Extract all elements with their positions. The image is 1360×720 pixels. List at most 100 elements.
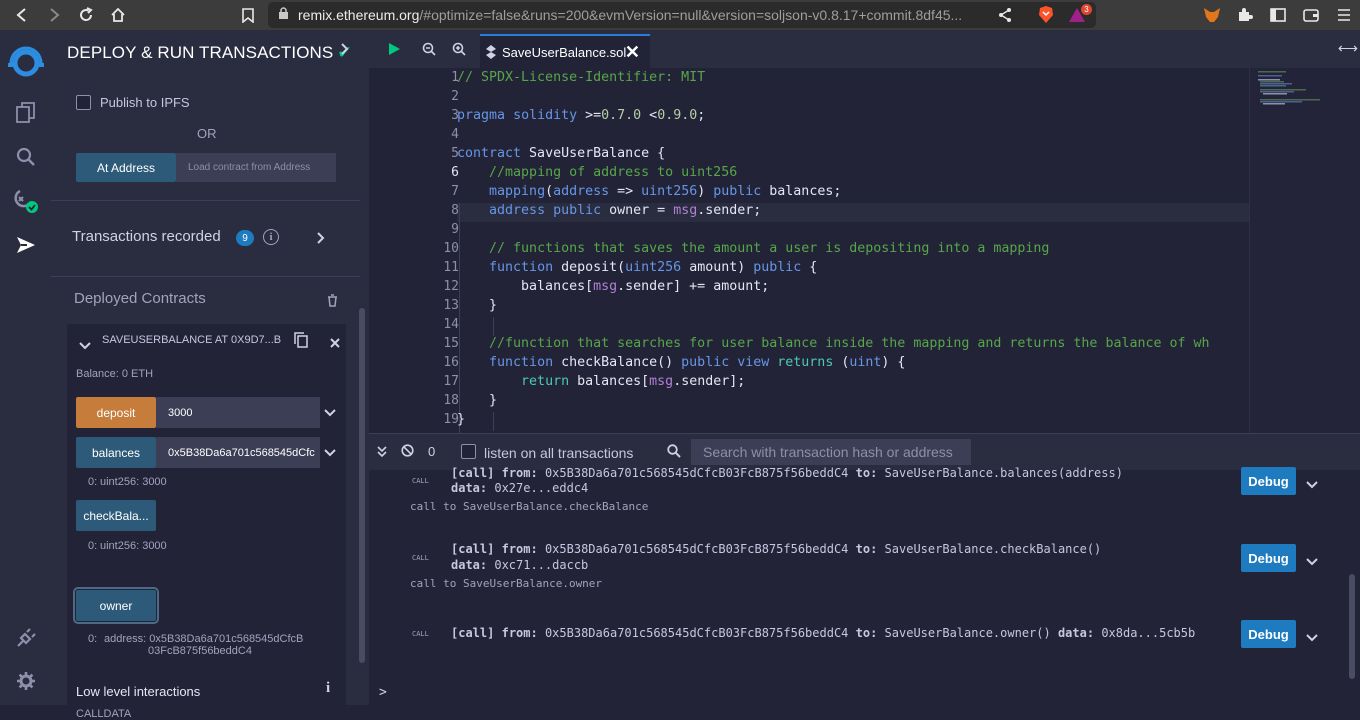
line-number: 5 <box>451 146 459 161</box>
close-tab-icon[interactable]: ✕ <box>625 42 640 63</box>
log-entry-data: data: 0xc71...daccb <box>451 558 589 572</box>
listen-all-checkbox[interactable] <box>461 444 476 459</box>
deploy-run-icon[interactable] <box>0 225 51 265</box>
brave-rewards-icon[interactable]: 3 <box>1068 4 1092 26</box>
line-number: 8 <box>451 203 459 218</box>
checkbalance-result: uint256: 3000 <box>100 540 167 552</box>
zoom-in-icon[interactable] <box>452 42 466 61</box>
line-number: 13 <box>443 298 459 313</box>
menu-icon[interactable] <box>1327 0 1360 30</box>
code-line: return balances[msg.sender]; <box>521 374 746 389</box>
indent-guide <box>493 317 494 336</box>
terminal-scrollbar[interactable] <box>1349 574 1355 679</box>
expand-editor-icon[interactable]: ⟷ <box>1338 40 1358 57</box>
copy-address-icon[interactable] <box>294 332 308 353</box>
tab-saveuserbalance[interactable]: SaveUserBalance.sol ✕ <box>480 34 650 68</box>
checkbalance-button[interactable]: checkBala... <box>76 500 156 531</box>
line-number: 1 <box>451 70 459 85</box>
balances-button[interactable]: balances <box>76 437 156 468</box>
low-level-interactions-label: Low level interactions <box>76 684 201 699</box>
expand-log-chevron-icon[interactable] <box>1306 629 1318 645</box>
brave-shield-icon[interactable] <box>1038 6 1054 27</box>
code-line: //mapping of address to uint256 <box>489 165 738 180</box>
trash-icon[interactable] <box>327 294 338 312</box>
panel-scrollbar[interactable] <box>359 308 365 663</box>
debug-button[interactable]: Debug <box>1241 467 1296 495</box>
search-icon[interactable] <box>0 137 51 177</box>
log-entry-header[interactable]: [call] from: 0x5B38Da6a701c568545dCfcB03… <box>451 542 1101 556</box>
deposit-amount-input[interactable]: 3000 <box>156 397 320 428</box>
solidity-compiler-icon[interactable] <box>0 181 51 221</box>
deposit-expand-chevron-icon[interactable] <box>324 404 336 420</box>
sidebar-toggle-icon[interactable] <box>1261 0 1294 30</box>
browser-toolbar: remix.ethereum.org/#optimize=false&runs=… <box>0 0 1360 30</box>
balances-expand-chevron-icon[interactable] <box>324 444 336 460</box>
log-entry-header[interactable]: [call] from: 0x5B38Da6a701c568545dCfcB03… <box>451 466 1123 480</box>
publish-ipfs-checkbox[interactable] <box>76 95 91 110</box>
debug-button[interactable]: Debug <box>1241 620 1296 648</box>
terminal-prompt[interactable]: > <box>379 685 387 700</box>
listen-all-label: listen on all transactions <box>484 445 634 461</box>
back-icon[interactable] <box>6 0 38 30</box>
transactions-chevron-right-icon[interactable] <box>317 231 325 249</box>
transactions-count-badge: 9 <box>236 230 254 246</box>
editor-minimap[interactable] <box>1249 68 1360 433</box>
info-icon[interactable]: i <box>263 229 279 245</box>
balances-result-index: 0: <box>88 476 98 488</box>
transaction-search-input[interactable]: Search with transaction hash or address <box>691 439 971 465</box>
owner-result-line1: address: 0x5B38Da6a701c568545dCfcB <box>104 633 304 645</box>
clear-console-icon[interactable] <box>401 444 414 462</box>
run-script-icon[interactable] <box>387 42 401 61</box>
extensions-icon[interactable] <box>1228 0 1261 30</box>
code-line: function checkBalance() public view retu… <box>489 355 906 370</box>
log-entry-data: data: 0x27e...eddc4 <box>451 481 589 495</box>
balances-address-input[interactable]: 0x5B38Da6a701c568545dCfc <box>156 437 320 468</box>
code-line: } <box>457 412 466 427</box>
line-number: 2 <box>451 89 459 104</box>
deployed-contracts-label: Deployed Contracts <box>74 290 206 307</box>
contract-collapse-chevron-icon[interactable] <box>79 337 91 355</box>
solidity-file-icon <box>486 45 496 62</box>
code-line: pragma solidity >=0.7.0 <0.9.0; <box>457 108 706 123</box>
or-label: OR <box>197 126 217 141</box>
expand-log-chevron-icon[interactable] <box>1306 476 1318 492</box>
at-address-button[interactable]: At Address <box>76 153 176 182</box>
expand-log-chevron-icon[interactable] <box>1306 553 1318 569</box>
deploy-run-panel: DEPLOY & RUN TRANSACTIONS ✔ Publish to IP… <box>51 30 369 720</box>
line-number: 3 <box>451 108 459 123</box>
contract-instance-title[interactable]: SAVEUSERBALANCE AT 0X9D7...B <box>102 334 281 346</box>
address-bar[interactable]: remix.ethereum.org/#optimize=false&runs=… <box>268 2 1096 28</box>
share-icon[interactable] <box>998 7 1012 26</box>
panel-chevron-right-icon[interactable] <box>341 42 349 58</box>
transactions-recorded-label[interactable]: Transactions recorded <box>72 228 221 245</box>
indent-guide <box>493 412 494 431</box>
forward-icon[interactable] <box>38 0 70 30</box>
plugin-manager-icon[interactable] <box>0 618 51 658</box>
owner-button[interactable]: owner <box>73 587 159 624</box>
log-entry-header[interactable]: [call] from: 0x5B38Da6a701c568545dCfcB03… <box>451 626 1195 640</box>
zoom-out-icon[interactable] <box>422 42 436 61</box>
remix-logo-icon[interactable] <box>0 38 51 88</box>
low-level-info-icon[interactable]: i <box>326 680 330 697</box>
metamask-icon[interactable] <box>1195 0 1228 30</box>
line-number: 10 <box>443 241 459 256</box>
close-contract-icon[interactable] <box>330 335 340 353</box>
tab-label: SaveUserBalance.sol <box>502 44 627 60</box>
deposit-button[interactable]: deposit <box>76 397 156 428</box>
collapse-terminal-icon[interactable] <box>377 445 387 463</box>
load-contract-address-input[interactable]: Load contract from Address <box>176 153 336 182</box>
code-area[interactable]: 1 2 3 4 5 6 7 8 9 10 11 12 13 14 15 16 17 18 19 // SPDX-Li… <box>369 69 1249 450</box>
home-icon[interactable] <box>102 0 134 30</box>
calldata-label: CALLDATA <box>76 708 132 720</box>
code-line: } <box>457 298 498 313</box>
code-line: } <box>457 393 498 408</box>
file-explorer-icon[interactable] <box>0 93 51 133</box>
call-badge: CALL <box>412 477 429 485</box>
bookmark-icon[interactable] <box>232 0 264 30</box>
reload-icon[interactable] <box>70 0 102 30</box>
wallet-icon[interactable] <box>1294 0 1327 30</box>
log-entry-note: call to SaveUserBalance.owner <box>410 577 603 590</box>
debug-button[interactable]: Debug <box>1241 544 1296 572</box>
line-number: 14 <box>443 317 459 332</box>
settings-gear-icon[interactable] <box>0 661 51 701</box>
